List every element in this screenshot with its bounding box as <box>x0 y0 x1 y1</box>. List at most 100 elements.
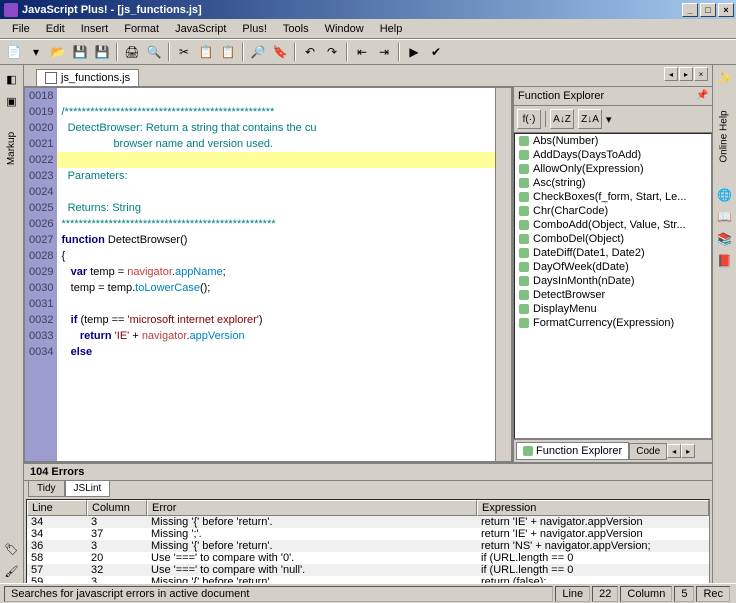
file-tab[interactable]: js_functions.js <box>36 69 139 86</box>
minimize-button[interactable]: _ <box>682 3 698 17</box>
error-row[interactable]: 5732Use '===' to compare with 'null'.if … <box>27 564 709 576</box>
help-book-icon[interactable]: 📕 <box>716 252 734 270</box>
menu-plus![interactable]: Plus! <box>234 21 274 37</box>
code-line[interactable]: /***************************************… <box>57 104 495 120</box>
redo-icon[interactable]: ↷ <box>322 42 342 62</box>
function-item[interactable]: AllowOnly(Expression) <box>515 162 711 176</box>
run-icon[interactable]: ▶ <box>404 42 424 62</box>
code-line[interactable]: function DetectBrowser() <box>57 232 495 248</box>
function-item[interactable]: DisplayMenu <box>515 302 711 316</box>
column-header-column[interactable]: Column <box>87 500 147 516</box>
paste-icon[interactable]: 📋 <box>218 42 238 62</box>
tidy-tab[interactable]: Tidy <box>28 481 65 497</box>
open-file-icon[interactable]: 📂 <box>48 42 68 62</box>
markup-tab-label[interactable]: Markup <box>6 132 17 165</box>
code-line[interactable]: if (temp == 'microsoft internet explorer… <box>57 312 495 328</box>
tab-prev-icon[interactable]: ◂ <box>667 444 681 458</box>
menu-tools[interactable]: Tools <box>275 21 317 37</box>
bookmark-icon[interactable]: 🔖 <box>270 42 290 62</box>
function-list[interactable]: Abs(Number)AddDays(DaysToAdd)AllowOnly(E… <box>514 133 712 439</box>
function-item[interactable]: ComboDel(Object) <box>515 232 711 246</box>
function-item[interactable]: DateDiff(Date1, Date2) <box>515 246 711 260</box>
column-header-line[interactable]: Line <box>27 500 87 516</box>
function-item[interactable]: Asc(string) <box>515 176 711 190</box>
tab-close-icon[interactable]: × <box>694 67 708 81</box>
error-row[interactable]: 5820Use '===' to compare with '0'.if (UR… <box>27 552 709 564</box>
dropdown-icon[interactable]: ▾ <box>606 113 612 126</box>
function-item[interactable]: CheckBoxes(f_form, Start, Le... <box>515 190 711 204</box>
sort-az-button[interactable]: A↓Z <box>550 109 574 129</box>
code-line[interactable] <box>57 184 495 200</box>
code-line[interactable]: temp = temp.toLowerCase(); <box>57 280 495 296</box>
save-all-icon[interactable]: 💾 <box>92 42 112 62</box>
function-item[interactable]: Chr(CharCode) <box>515 204 711 218</box>
error-row[interactable]: 343Missing '{' before 'return'.return 'I… <box>27 516 709 528</box>
function-item[interactable]: AddDays(DaysToAdd) <box>515 148 711 162</box>
menu-edit[interactable]: Edit <box>38 21 73 37</box>
code-line[interactable]: ****************************************… <box>57 216 495 232</box>
function-item[interactable]: Abs(Number) <box>515 134 711 148</box>
code-line[interactable]: browser name and version used. <box>57 136 495 152</box>
function-explorer-tab[interactable]: Function Explorer <box>516 442 629 460</box>
check-icon[interactable]: ✔ <box>426 42 446 62</box>
code-editor[interactable]: 0018001900200021002200230024002500260027… <box>24 87 512 462</box>
error-row[interactable]: 3437Missing ';'.return 'IE' + navigator.… <box>27 528 709 540</box>
code-line[interactable] <box>57 88 495 104</box>
code-area[interactable]: /***************************************… <box>57 88 495 461</box>
code-line[interactable]: DetectBrowser: Return a string that cont… <box>57 120 495 136</box>
print-icon[interactable]: 🖨 <box>122 42 142 62</box>
menu-file[interactable]: File <box>4 21 38 37</box>
tool-icon[interactable]: ▣ <box>3 92 21 110</box>
column-header-expression[interactable]: Expression <box>477 500 709 516</box>
code-line[interactable]: return 'IE' + navigator.appVersion <box>57 328 495 344</box>
vertical-scrollbar[interactable] <box>495 88 511 461</box>
menu-format[interactable]: Format <box>116 21 167 37</box>
code-line[interactable] <box>57 296 495 312</box>
menu-window[interactable]: Window <box>317 21 372 37</box>
tab-next-icon[interactable]: ▸ <box>679 67 693 81</box>
code-line[interactable]: Returns: String <box>57 200 495 216</box>
menu-help[interactable]: Help <box>372 21 411 37</box>
tag-icon[interactable]: 🏷 <box>3 540 21 558</box>
cut-icon[interactable]: ✂ <box>174 42 194 62</box>
error-row[interactable]: 363Missing '{' before 'return'.return 'N… <box>27 540 709 552</box>
sort-za-button[interactable]: Z↓A <box>578 109 602 129</box>
dropdown-icon[interactable]: ▾ <box>26 42 46 62</box>
close-button[interactable]: × <box>718 3 734 17</box>
column-header-error[interactable]: Error <box>147 500 477 516</box>
preview-icon[interactable]: 🔍 <box>144 42 164 62</box>
indent-left-icon[interactable]: ⇤ <box>352 42 372 62</box>
tab-prev-icon[interactable]: ◂ <box>664 67 678 81</box>
code-line[interactable] <box>57 152 495 168</box>
tool-icon[interactable]: ◧ <box>3 70 21 88</box>
find-icon[interactable]: 🔎 <box>248 42 268 62</box>
new-file-icon[interactable]: 📄 <box>4 42 24 62</box>
function-item[interactable]: ComboAdd(Object, Value, Str... <box>515 218 711 232</box>
globe-icon[interactable]: 🌐 <box>716 186 734 204</box>
code-line[interactable]: else <box>57 344 495 360</box>
menu-insert[interactable]: Insert <box>73 21 117 37</box>
save-icon[interactable]: 💾 <box>70 42 90 62</box>
online-help-tab[interactable]: Online Help <box>719 110 730 162</box>
maximize-button[interactable]: □ <box>700 3 716 17</box>
function-item[interactable]: DayOfWeek(dDate) <box>515 260 711 274</box>
indent-right-icon[interactable]: ⇥ <box>374 42 394 62</box>
book-icon[interactable]: 📖 <box>716 208 734 226</box>
function-filter-button[interactable]: f(·) <box>517 109 541 129</box>
code-line[interactable]: { <box>57 248 495 264</box>
pin-icon[interactable]: 📌 <box>696 90 708 102</box>
code-tab[interactable]: Code <box>629 443 667 460</box>
code-line[interactable]: var temp = navigator.appName; <box>57 264 495 280</box>
copy-icon[interactable]: 📋 <box>196 42 216 62</box>
brush-icon[interactable]: 🖌 <box>3 562 21 580</box>
function-item[interactable]: DetectBrowser <box>515 288 711 302</box>
library-icon[interactable]: 📚 <box>716 230 734 248</box>
wand-icon[interactable]: ✨ <box>716 69 734 87</box>
code-line[interactable]: Parameters: <box>57 168 495 184</box>
jslint-tab[interactable]: JSLint <box>65 481 111 497</box>
tab-next-icon[interactable]: ▸ <box>681 444 695 458</box>
function-item[interactable]: DaysInMonth(nDate) <box>515 274 711 288</box>
undo-icon[interactable]: ↶ <box>300 42 320 62</box>
menu-javascript[interactable]: JavaScript <box>167 21 234 37</box>
function-item[interactable]: FormatCurrency(Expression) <box>515 316 711 330</box>
